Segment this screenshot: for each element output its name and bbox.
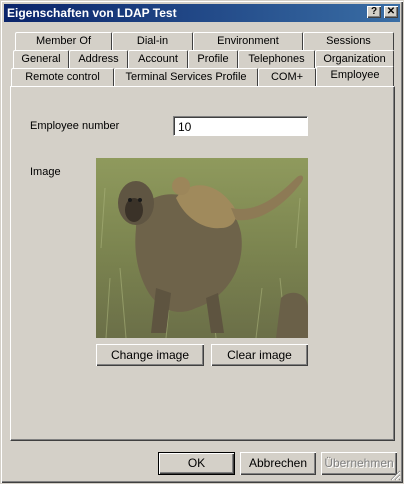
tab-sessions[interactable]: Sessions: [303, 32, 394, 50]
tab-member-of[interactable]: Member Of: [15, 32, 112, 50]
tab-employee[interactable]: Employee: [316, 66, 394, 86]
tab-profile[interactable]: Profile: [188, 50, 238, 68]
help-icon[interactable]: ?: [367, 6, 381, 18]
employee-image: [96, 158, 308, 338]
properties-dialog: Eigenschaften von LDAP Test ? ✕ Member O…: [0, 0, 404, 484]
tab-address[interactable]: Address: [69, 50, 128, 68]
apply-button[interactable]: Übernehmen: [321, 452, 397, 475]
tab-telephones[interactable]: Telephones: [238, 50, 315, 68]
resize-grip-icon[interactable]: [389, 469, 401, 481]
ok-button[interactable]: OK: [158, 452, 235, 475]
image-label: Image: [30, 166, 61, 178]
tab-environment[interactable]: Environment: [193, 32, 303, 50]
close-icon[interactable]: ✕: [384, 6, 398, 18]
change-image-button[interactable]: Change image: [96, 344, 204, 366]
cancel-button[interactable]: Abbrechen: [240, 452, 316, 475]
tab-com-plus[interactable]: COM+: [258, 68, 316, 86]
tab-terminal-services-profile[interactable]: Terminal Services Profile: [114, 68, 258, 86]
employee-number-label: Employee number: [30, 120, 120, 132]
tab-general[interactable]: General: [13, 50, 69, 68]
tab-account[interactable]: Account: [128, 50, 188, 68]
tab-dial-in[interactable]: Dial-in: [112, 32, 193, 50]
window-title: Eigenschaften von LDAP Test: [7, 6, 177, 20]
baboon-photo-illustration: [96, 158, 308, 338]
employee-number-input[interactable]: 10: [173, 116, 308, 136]
clear-image-button[interactable]: Clear image: [211, 344, 308, 366]
title-bar[interactable]: Eigenschaften von LDAP Test ? ✕: [4, 4, 400, 22]
tab-remote-control[interactable]: Remote control: [11, 68, 114, 86]
